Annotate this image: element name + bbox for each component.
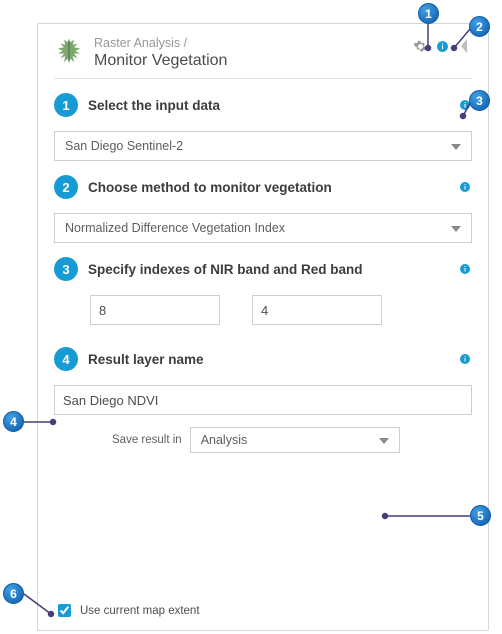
back-chevron-icon[interactable] (456, 38, 472, 54)
use-extent-checkbox[interactable] (58, 604, 71, 617)
callout-2: 2 (469, 16, 490, 37)
chevron-down-icon (451, 221, 461, 235)
select-value: Normalized Difference Vegetation Index (65, 221, 443, 235)
use-extent-label: Use current map extent (80, 605, 200, 617)
select-value: San Diego Sentinel-2 (65, 139, 443, 153)
info-icon[interactable] (458, 180, 472, 194)
result-layer-name-input[interactable] (54, 385, 472, 415)
section-method: 2 Choose method to monitor vegetation No… (54, 175, 472, 243)
divider (54, 78, 472, 79)
gear-icon[interactable] (412, 38, 428, 54)
callout-3: 3 (469, 90, 490, 111)
step-badge: 4 (54, 347, 78, 371)
callout-6: 6 (3, 583, 24, 604)
save-in-label: Save result in (112, 434, 182, 446)
step-badge: 3 (54, 257, 78, 281)
callout-4: 4 (3, 411, 24, 432)
section-title: Choose method to monitor vegetation (88, 180, 448, 195)
chevron-down-icon (379, 433, 389, 447)
step-badge: 2 (54, 175, 78, 199)
callout-5: 5 (470, 505, 491, 526)
page-title: Monitor Vegetation (94, 51, 402, 70)
raster-analysis-panel: Raster Analysis / Monitor Vegetation 1 S… (37, 23, 489, 631)
section-title: Specify indexes of NIR band and Red band (88, 262, 448, 277)
section-result-layer: 4 Result layer name Save result in Analy… (54, 347, 472, 453)
section-input-data: 1 Select the input data San Diego Sentin… (54, 93, 472, 161)
info-icon[interactable] (458, 352, 472, 366)
select-value: Analysis (201, 433, 371, 447)
callout-1: 1 (418, 3, 439, 24)
section-bands: 3 Specify indexes of NIR band and Red ba… (54, 257, 472, 325)
nir-band-input[interactable] (90, 295, 220, 325)
use-extent-row[interactable]: Use current map extent (54, 601, 472, 620)
info-icon[interactable] (434, 38, 450, 54)
section-title: Result layer name (88, 352, 448, 367)
method-select[interactable]: Normalized Difference Vegetation Index (54, 213, 472, 243)
breadcrumb: Raster Analysis / (94, 36, 402, 51)
input-data-select[interactable]: San Diego Sentinel-2 (54, 131, 472, 161)
red-band-input[interactable] (252, 295, 382, 325)
step-badge: 1 (54, 93, 78, 117)
chevron-down-icon (451, 139, 461, 153)
info-icon[interactable] (458, 262, 472, 276)
save-in-select[interactable]: Analysis (190, 427, 400, 453)
panel-footer: Use current map extent (54, 601, 472, 620)
panel-header: Raster Analysis / Monitor Vegetation (54, 36, 472, 78)
leaf-icon (54, 36, 84, 66)
section-title: Select the input data (88, 98, 448, 113)
